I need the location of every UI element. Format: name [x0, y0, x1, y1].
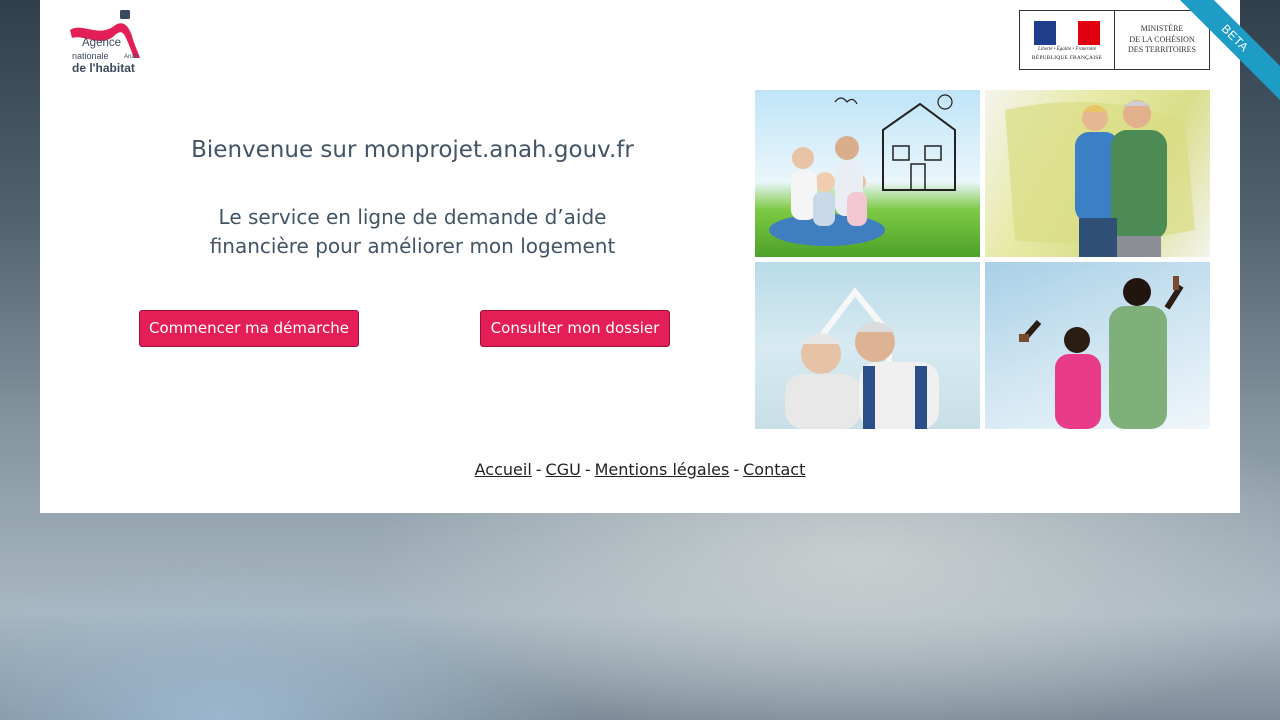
anah-logo[interactable]: Agence nationale de l'habitat Anah — [68, 8, 144, 74]
republic-name: RÉPUBLIQUE FRANÇAISE — [1031, 55, 1103, 61]
footer-link-mentions-legales[interactable]: Mentions légales — [595, 460, 730, 479]
photo-family-house — [755, 90, 980, 257]
ministry-name: MINISTÈRE DE LA COHÉSION DES TERRITOIRES — [1115, 11, 1209, 69]
footer-separator: - — [535, 460, 542, 479]
photo-young-couple-painting — [985, 262, 1210, 429]
logo-short-name: Anah — [124, 54, 139, 60]
photo-couple-painting-yellow — [985, 90, 1210, 257]
subtitle-line-1: Le service en ligne de demande d’aide — [218, 205, 607, 229]
footer-separator: - — [733, 460, 740, 479]
welcome-heading: Bienvenue sur monprojet.anah.gouv.fr — [191, 137, 634, 163]
photo-seniors-house-frame — [755, 262, 980, 429]
logo-line-nationale: nationale — [72, 51, 109, 61]
service-subtitle: Le service en ligne de demande d’aide fi… — [120, 203, 705, 261]
footer-link-accueil[interactable]: Accueil — [475, 460, 532, 479]
ministry-line-3: DES TERRITOIRES — [1128, 45, 1196, 55]
logo-line-agence: Agence — [82, 37, 122, 49]
ministry-line-2: DE LA COHÉSION — [1129, 34, 1195, 44]
ministry-line-1: MINISTÈRE — [1140, 23, 1184, 33]
footer-link-cgu[interactable]: CGU — [546, 460, 581, 479]
footer-links: Accueil - CGU - Mentions légales - Contact — [40, 460, 1240, 479]
ministry-logo: Liberté • Égalité • Fraternité RÉPUBLIQU… — [1019, 10, 1210, 70]
footer-link-contact[interactable]: Contact — [743, 460, 805, 479]
french-flag-icon — [1034, 21, 1100, 45]
footer-separator: - — [584, 460, 591, 479]
start-application-button[interactable]: Commencer ma démarche — [139, 310, 359, 347]
republic-motto: Liberté • Égalité • Fraternité — [1038, 47, 1096, 52]
consult-file-button[interactable]: Consulter mon dossier — [480, 310, 670, 347]
republique-francaise-block: Liberté • Égalité • Fraternité RÉPUBLIQU… — [1020, 11, 1115, 69]
logo-line-habitat: de l'habitat — [72, 61, 135, 75]
subtitle-line-2: financière pour améliorer mon logement — [209, 234, 616, 258]
main-card: Agence nationale de l'habitat Anah Liber… — [40, 0, 1240, 513]
